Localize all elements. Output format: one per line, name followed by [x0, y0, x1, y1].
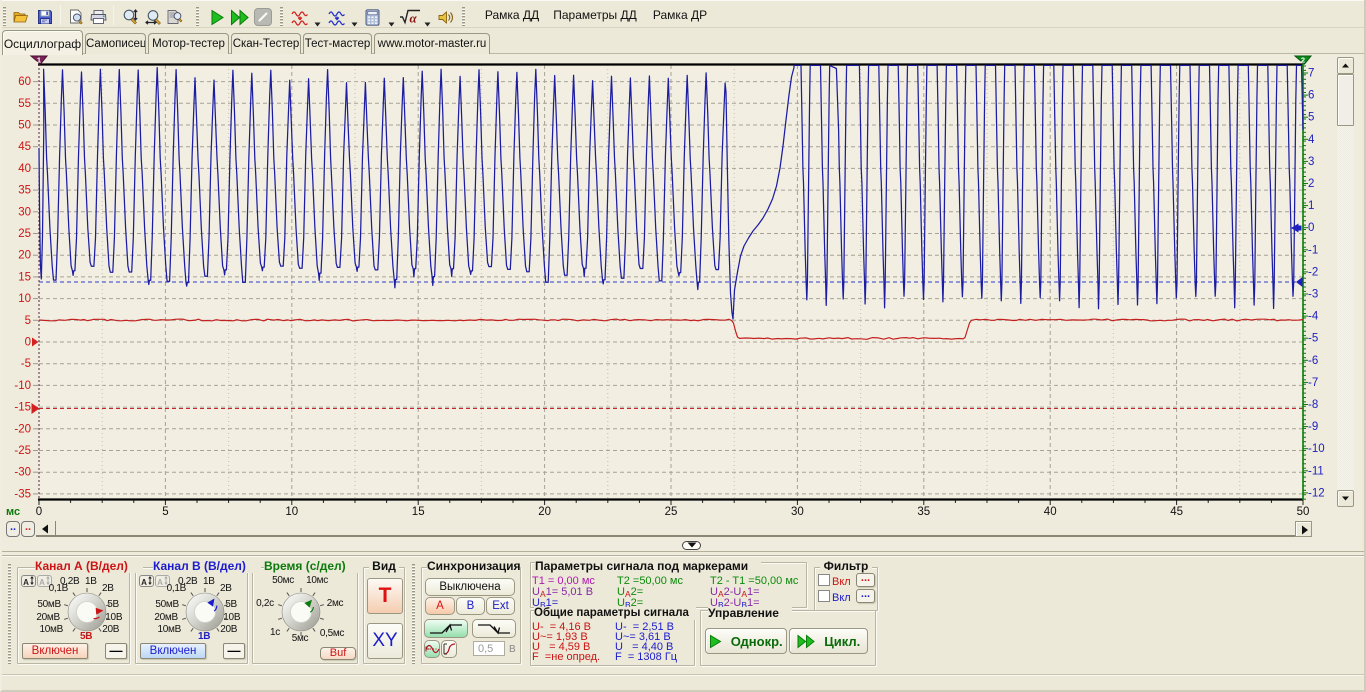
svg-text:1: 1 — [37, 56, 41, 65]
svg-text:-25: -25 — [14, 445, 31, 457]
svg-text:2: 2 — [1301, 56, 1305, 65]
svg-text:10: 10 — [18, 293, 31, 305]
svg-text:0: 0 — [36, 506, 42, 518]
svg-text:-5: -5 — [1308, 333, 1318, 345]
svg-text:2: 2 — [1308, 178, 1314, 190]
svg-text:4: 4 — [1308, 134, 1315, 146]
svg-text:6: 6 — [1308, 90, 1314, 102]
svg-text:30: 30 — [791, 506, 804, 518]
svg-text:30: 30 — [18, 206, 31, 218]
svg-text:-3: -3 — [1308, 289, 1318, 301]
svg-text:5: 5 — [25, 315, 31, 327]
svg-text:45: 45 — [1170, 506, 1183, 518]
svg-text:5: 5 — [1308, 112, 1314, 124]
svg-text:-30: -30 — [14, 467, 31, 479]
svg-text:15: 15 — [412, 506, 425, 518]
svg-text:50: 50 — [1297, 506, 1310, 518]
svg-text:-20: -20 — [14, 423, 31, 435]
svg-text:25: 25 — [18, 228, 31, 240]
svg-text:-1: -1 — [1308, 244, 1318, 256]
svg-text:-10: -10 — [1308, 443, 1325, 455]
svg-text:40: 40 — [1044, 506, 1057, 518]
svg-text:20: 20 — [538, 506, 551, 518]
svg-text:-4: -4 — [1308, 311, 1319, 323]
svg-text:3: 3 — [1308, 156, 1314, 168]
svg-text:55: 55 — [18, 98, 31, 110]
svg-text:-35: -35 — [14, 488, 31, 500]
svg-text:1: 1 — [1308, 200, 1314, 212]
svg-text:5: 5 — [162, 506, 168, 518]
svg-text:45: 45 — [18, 141, 31, 153]
svg-text:-11: -11 — [1308, 465, 1324, 477]
svg-text:-8: -8 — [1308, 399, 1318, 411]
svg-text:-12: -12 — [1308, 487, 1325, 499]
svg-text:-7: -7 — [1308, 377, 1318, 389]
svg-text:-9: -9 — [1308, 421, 1318, 433]
svg-text:35: 35 — [18, 185, 31, 197]
svg-text:-6: -6 — [1308, 355, 1318, 367]
svg-text:-5: -5 — [21, 358, 31, 370]
svg-text:50: 50 — [18, 120, 31, 132]
svg-text:0: 0 — [1308, 222, 1314, 234]
svg-text:10: 10 — [285, 506, 298, 518]
svg-text:40: 40 — [18, 163, 31, 175]
svg-text:35: 35 — [917, 506, 930, 518]
svg-text:15: 15 — [18, 271, 31, 283]
svg-text:60: 60 — [18, 76, 31, 88]
svg-text:0: 0 — [25, 337, 31, 349]
svg-text:25: 25 — [665, 506, 678, 518]
svg-text:7: 7 — [1308, 68, 1314, 80]
svg-text:-10: -10 — [14, 380, 31, 392]
svg-text:-15: -15 — [14, 402, 31, 414]
svg-text:20: 20 — [18, 250, 31, 262]
svg-text:мс: мс — [6, 506, 20, 518]
svg-text:-2: -2 — [1308, 266, 1318, 278]
